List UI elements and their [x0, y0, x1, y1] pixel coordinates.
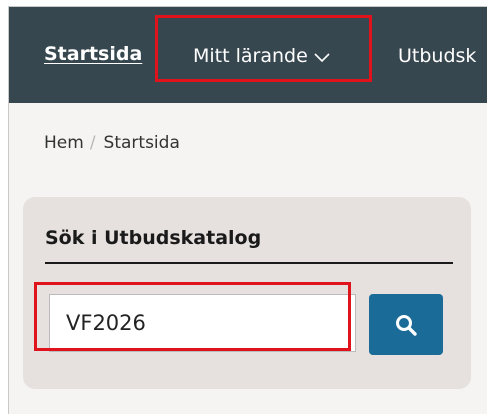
top-navigation-bar: Startsida Mitt lärande Utbudsk [9, 7, 487, 103]
nav-item-mitt-larande[interactable]: Mitt lärande [193, 45, 330, 67]
nav-item-utbudskatalog[interactable]: Utbudsk [398, 45, 476, 67]
nav-item-mitt-larande-label: Mitt lärande [193, 45, 308, 67]
chevron-down-icon [314, 52, 330, 62]
search-icon [396, 314, 417, 336]
breadcrumb: Hem / Startsida [44, 133, 180, 153]
breadcrumb-link-hem[interactable]: Hem [44, 133, 84, 153]
page-frame: Startsida Mitt lärande Utbudsk Hem / Start… [8, 6, 487, 414]
search-title-divider [45, 262, 453, 264]
search-button[interactable] [369, 294, 443, 355]
search-card-title: Sök i Utbudskatalog [45, 227, 262, 249]
breadcrumb-current-startsida: Startsida [103, 133, 180, 153]
breadcrumb-separator: / [89, 133, 96, 153]
search-card: Sök i Utbudskatalog [23, 197, 471, 389]
nav-item-startsida[interactable]: Startsida [44, 43, 142, 65]
search-input[interactable] [49, 294, 356, 352]
